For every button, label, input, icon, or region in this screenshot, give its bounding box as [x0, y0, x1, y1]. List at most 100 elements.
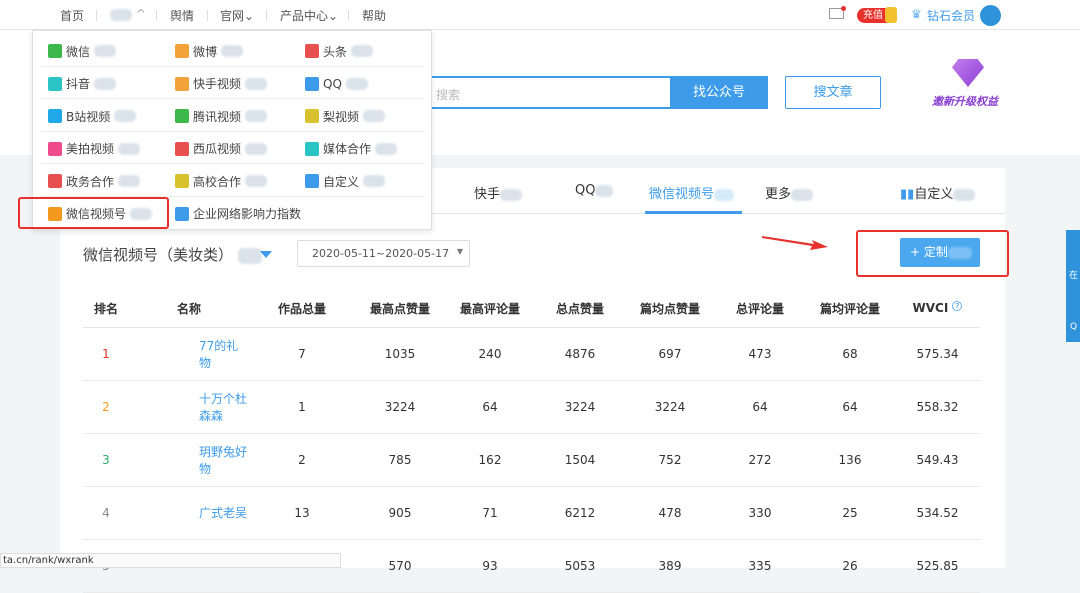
menu-item-label: B站视频: [66, 109, 111, 124]
nav-official[interactable]: 官网⌄: [220, 7, 254, 24]
platform-icon: [305, 141, 319, 156]
table-cell: 71: [445, 486, 535, 540]
vip-link[interactable]: 钻石会员: [927, 7, 975, 24]
platform-icon: [48, 109, 62, 123]
column-header[interactable]: 排名: [83, 290, 129, 328]
column-header[interactable]: 总点赞量: [535, 290, 625, 328]
search-article-button[interactable]: 搜文章: [785, 76, 881, 109]
help-icon[interactable]: ?: [952, 301, 963, 312]
table-cell: 534.52: [895, 486, 980, 540]
nav-home[interactable]: 首页: [60, 7, 84, 24]
menu-item-label: 梨视频: [323, 109, 360, 124]
platform-icon: [175, 174, 189, 188]
search-account-button[interactable]: 找公众号: [670, 76, 768, 109]
table-cell: 1504: [535, 433, 625, 487]
table-cell: 549.43: [895, 433, 980, 487]
menu-item-label: 快手视频: [193, 77, 242, 91]
table-cell: 4: [83, 486, 129, 540]
date-range-select[interactable]: 2020-05-11~2020-05-17 ▼: [297, 240, 470, 267]
table-cell: 64: [445, 380, 535, 434]
side-float-panel[interactable]: 在 Q: [1066, 230, 1080, 342]
account-name-link[interactable]: 玥野兔好物: [129, 433, 249, 487]
menu-item[interactable]: B站视频: [48, 106, 137, 126]
platform-icon: [48, 76, 62, 91]
page-title: 微信视频号（美妆类）: [83, 244, 262, 265]
menu-item-label: 美拍视频: [66, 142, 115, 156]
table-cell: 68: [805, 327, 895, 381]
table-row[interactable]: 4 广式老吴 13 905 71 6212 478 330 25 534.52: [83, 486, 980, 540]
menu-item[interactable]: 西瓜视频: [175, 139, 268, 159]
table-cell: 335: [715, 539, 805, 593]
nav-products[interactable]: 产品中心⌄: [280, 7, 338, 24]
table-cell: 3224: [625, 380, 715, 434]
table-cell: 2: [83, 380, 129, 434]
table-cell: 1035: [355, 327, 445, 381]
column-header[interactable]: WVCI ?: [895, 290, 980, 328]
table-cell: 478: [625, 486, 715, 540]
tab-qq[interactable]: QQ: [575, 183, 614, 198]
platform-icon: [175, 206, 189, 221]
table-cell: 64: [805, 380, 895, 434]
table-row[interactable]: 3 玥野兔好物 2 785 162 1504 752 272 136 549.43: [83, 433, 980, 487]
nav-help[interactable]: 帮助: [362, 7, 386, 24]
table-cell: 64: [715, 380, 805, 434]
table-cell: 389: [625, 539, 715, 593]
menu-item-label: 自定义: [323, 174, 360, 189]
column-header[interactable]: 总评论量: [715, 290, 805, 328]
category-dropdown-icon[interactable]: [260, 251, 272, 258]
column-header[interactable]: 篇均评论量: [805, 290, 895, 328]
platform-icon: [48, 141, 62, 156]
table-cell: 5053: [535, 539, 625, 593]
account-name-link[interactable]: 十万个杜森森: [129, 380, 249, 434]
menu-item[interactable]: 微信: [48, 41, 117, 61]
tab-custom[interactable]: ▮▮自定义: [900, 183, 976, 202]
tab-more[interactable]: 更多: [765, 183, 814, 202]
nav-sentiment[interactable]: 舆情: [170, 7, 194, 24]
menu-item[interactable]: 快手视频: [175, 74, 268, 94]
table-cell: 2: [249, 433, 355, 487]
menu-item[interactable]: 政务合作: [48, 171, 141, 191]
search-input[interactable]: 搜索: [420, 76, 670, 109]
column-header[interactable]: 名称: [129, 290, 249, 328]
avatar[interactable]: [980, 5, 1001, 26]
menu-item[interactable]: 企业网络影响力指数: [175, 204, 301, 224]
menu-item[interactable]: 高校合作: [175, 171, 268, 191]
column-header[interactable]: 篇均点赞量: [625, 290, 715, 328]
table-row[interactable]: 2 十万个杜森森 1 3224 64 3224 3224 64 64 558.32: [83, 380, 980, 434]
menu-item[interactable]: 媒体合作: [305, 139, 398, 159]
highlight-menu-item-box: [18, 197, 169, 229]
column-header[interactable]: 作品总量: [249, 290, 355, 328]
tab-kuaishou[interactable]: 快手: [474, 183, 523, 202]
table-cell: 473: [715, 327, 805, 381]
menu-item-label: 腾讯视频: [193, 109, 242, 124]
menu-item[interactable]: 自定义: [305, 171, 386, 191]
column-header[interactable]: 最高评论量: [445, 290, 535, 328]
rank-table: 排名 名称 作品总量 最高点赞量 最高评论量 总点赞量 篇均点赞量 总评论量 篇均评论量 WVCI…: [83, 290, 980, 593]
table-cell: 575.34: [895, 327, 980, 381]
platform-icon: [305, 109, 319, 123]
account-name-link[interactable]: 广式老吴: [129, 486, 249, 540]
promo-banner[interactable]: 邀新升级权益: [928, 55, 1008, 110]
menu-item[interactable]: 梨视频: [305, 106, 386, 126]
table-cell: 1: [83, 327, 129, 381]
coins-icon: [885, 7, 897, 23]
diamond-icon: ♛: [911, 7, 922, 21]
menu-item-label: 媒体合作: [323, 142, 372, 156]
menu-item[interactable]: QQ: [305, 74, 368, 94]
menu-item[interactable]: 头条: [305, 41, 374, 61]
tab-wechat-video[interactable]: 微信视频号: [649, 183, 735, 202]
account-name-link[interactable]: 77的礼物: [129, 327, 249, 381]
table-row[interactable]: 1 77的礼物 7 1035 240 4876 697 473 68 575.34: [83, 327, 980, 381]
menu-item[interactable]: 腾讯视频: [175, 106, 268, 126]
table-cell: 905: [355, 486, 445, 540]
menu-item-label: 抖音: [66, 77, 91, 91]
menu-item-label: 高校合作: [193, 174, 242, 189]
menu-item[interactable]: 美拍视频: [48, 139, 141, 159]
menu-item[interactable]: 抖音: [48, 74, 117, 94]
table-cell: 525.85: [895, 539, 980, 593]
menu-item[interactable]: 微博: [175, 41, 244, 61]
table-cell: 7: [249, 327, 355, 381]
platform-icon: [48, 44, 62, 58]
column-header[interactable]: 最高点赞量: [355, 290, 445, 328]
nav-rank[interactable]: ^: [110, 7, 146, 21]
